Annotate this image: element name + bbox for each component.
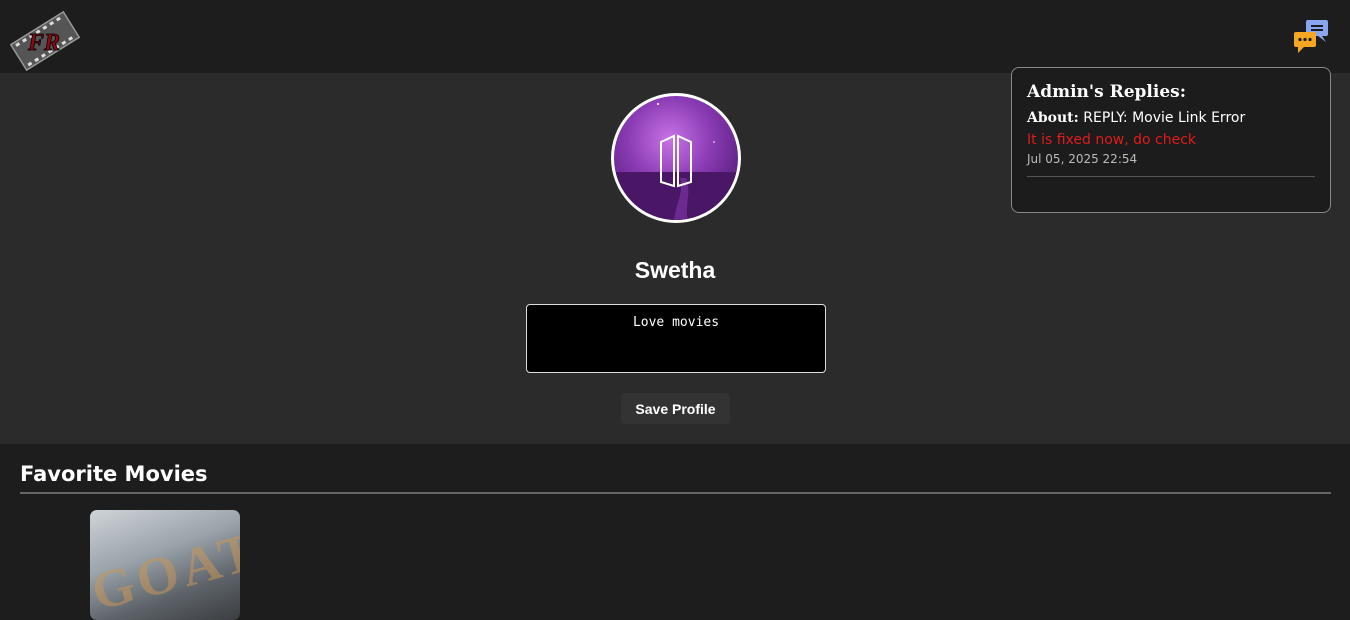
reply-timestamp: Jul 05, 2025 22:54 [1027, 152, 1138, 166]
save-profile-button[interactable]: Save Profile [621, 393, 730, 424]
reply-item: About: REPLY: Movie Link Error It is fix… [1027, 110, 1315, 177]
chat-bubbles-icon [1294, 20, 1328, 53]
reply-message: It is fixed now, do check [1027, 132, 1197, 148]
top-bar: FR [0, 0, 1350, 73]
bio-textarea[interactable]: Love movies [526, 304, 826, 373]
reply-about-value: REPLY: Movie Link Error [1083, 110, 1246, 126]
logo-text: FR [27, 30, 60, 56]
replies-title: Admin's Replies: [1027, 82, 1186, 102]
reply-divider [1027, 176, 1315, 177]
reply-about-label: About: [1027, 110, 1079, 126]
profile-username: Swetha [634, 257, 716, 283]
favorites-heading: Favorite Movies [20, 462, 208, 486]
favorites-divider [20, 492, 1331, 494]
avatar[interactable] [611, 93, 741, 223]
avatar-image [614, 103, 738, 220]
poster-title-text: GOAT [90, 519, 240, 620]
admin-replies-button[interactable] [1292, 18, 1330, 54]
reply-about: About: REPLY: Movie Link Error [1027, 110, 1315, 126]
site-logo[interactable]: FR [9, 10, 81, 72]
admin-replies-popup: Admin's Replies: About: REPLY: Movie Lin… [1011, 67, 1331, 213]
favorite-movie-poster[interactable]: GOAT [90, 510, 240, 620]
